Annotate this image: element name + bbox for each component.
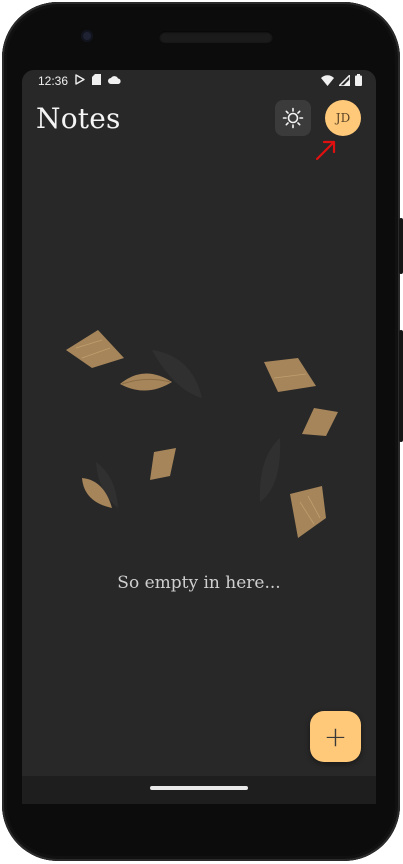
battery-icon (355, 74, 362, 86)
navigation-bar (22, 776, 376, 804)
empty-state-message: So empty in here... (117, 573, 281, 593)
power-button (399, 218, 403, 274)
add-note-button[interactable]: + (310, 711, 361, 762)
floating-notes-illustration (66, 330, 338, 538)
signal-icon (339, 74, 350, 86)
page-title: Notes (36, 102, 121, 135)
play-store-icon (75, 74, 85, 85)
sd-card-icon (92, 74, 101, 85)
status-time: 12:36 (38, 74, 69, 88)
wifi-icon (321, 74, 334, 86)
volume-button (399, 330, 403, 442)
cloud-icon (108, 76, 121, 84)
user-avatar[interactable]: JD (325, 100, 361, 136)
sun-icon (282, 107, 304, 129)
home-indicator[interactable] (150, 786, 248, 790)
theme-toggle-button[interactable] (275, 100, 311, 136)
earpiece-speaker (159, 31, 273, 43)
front-camera (81, 30, 93, 42)
app-screen: 12:36 Notes JD So empty in here... + (22, 70, 376, 776)
status-bar: 12:36 (22, 70, 376, 92)
annotation-arrow-icon (315, 140, 336, 161)
